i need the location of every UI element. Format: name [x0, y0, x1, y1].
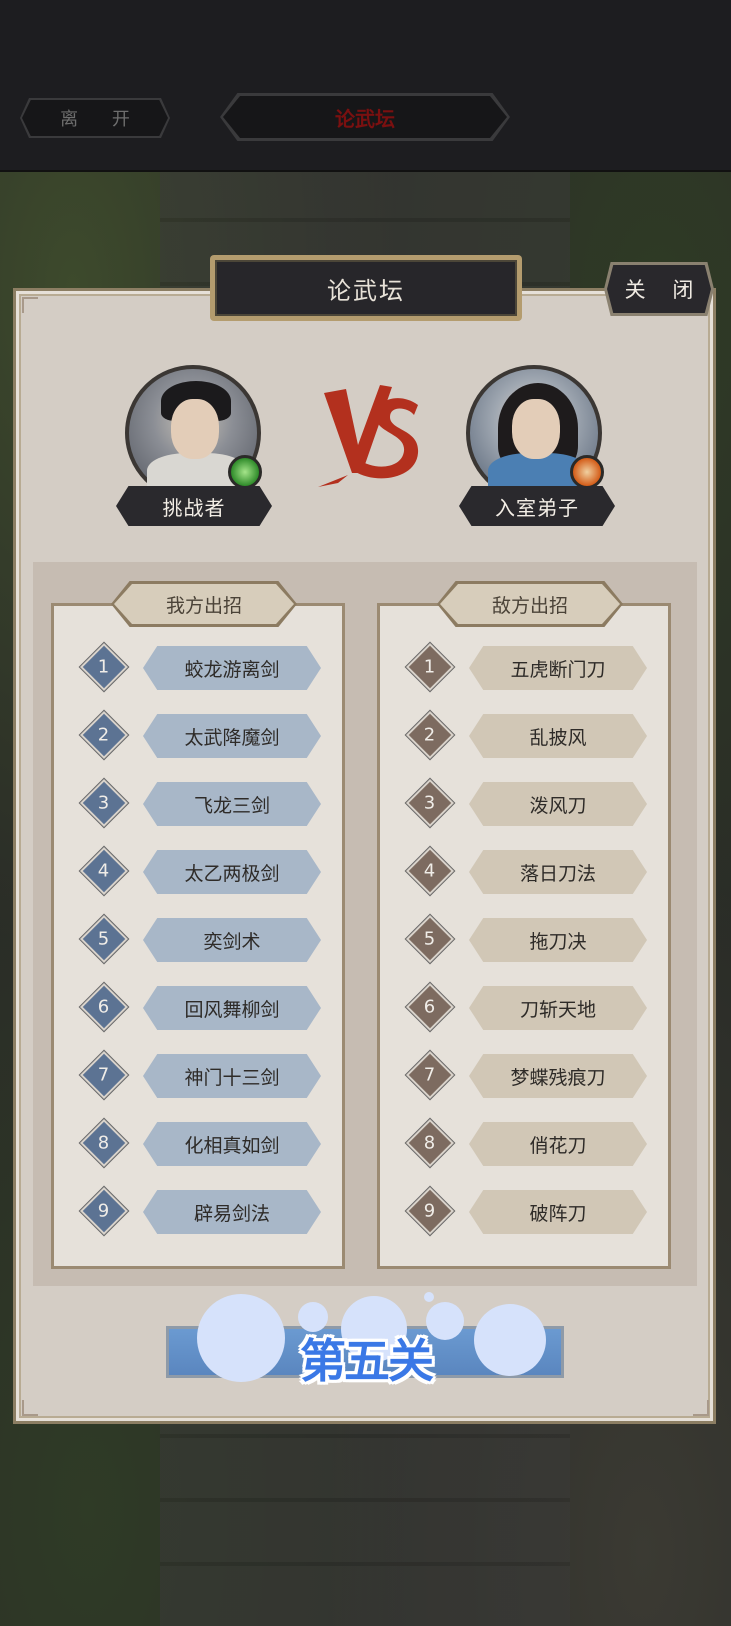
- list-item[interactable]: 2 太武降魔剑: [51, 709, 345, 764]
- move-name[interactable]: 神门十三剑: [143, 1054, 321, 1098]
- move-number-badge: 7: [404, 1049, 456, 1101]
- enemy-moves-list[interactable]: 1 五虎断门刀 2 乱披风 3 泼风刀 4 落日刀法 5 拖刀决 6 刀斩天地 7 梦蝶残痕刀…: [377, 640, 671, 1238]
- panel-title: 论武坛: [215, 260, 517, 316]
- list-item[interactable]: 5 奕剑术: [51, 913, 345, 968]
- bubble-decoration: [424, 1292, 434, 1302]
- wood-element-icon: [228, 455, 262, 489]
- move-name[interactable]: 蛟龙游离剑: [143, 646, 321, 690]
- move-name[interactable]: 刀斩天地: [469, 986, 647, 1030]
- close-button[interactable]: 关 闭: [607, 265, 711, 313]
- list-item[interactable]: 9 破阵刀: [377, 1185, 671, 1238]
- move-name[interactable]: 奕剑术: [143, 918, 321, 962]
- bubble-decoration: [474, 1304, 546, 1376]
- vs-icon: [318, 385, 419, 487]
- list-item[interactable]: 9 辟易剑法: [51, 1185, 345, 1238]
- move-number-badge: 8: [78, 1117, 130, 1169]
- move-name[interactable]: 太武降魔剑: [143, 714, 321, 758]
- move-number-badge: 5: [404, 913, 456, 965]
- header-title: 论武坛: [223, 96, 507, 138]
- my-moves-list[interactable]: 1 蛟龙游离剑 2 太武降魔剑 3 飞龙三剑 4 太乙两极剑 5 奕剑术 6 回风舞柳剑 7…: [51, 640, 345, 1238]
- enemy-moves-header: 敌方出招: [440, 584, 620, 624]
- move-name[interactable]: 辟易剑法: [143, 1190, 321, 1234]
- list-item[interactable]: 6 刀斩天地: [377, 981, 671, 1036]
- move-number-badge: 6: [78, 981, 130, 1033]
- move-number-badge: 2: [78, 709, 130, 761]
- move-number-badge: 6: [404, 981, 456, 1033]
- move-number-badge: 3: [404, 777, 456, 829]
- list-item[interactable]: 7 梦蝶残痕刀: [377, 1049, 671, 1104]
- my-moves-header: 我方出招: [114, 584, 294, 624]
- corner-ornament: [22, 297, 38, 313]
- move-number-badge: 9: [78, 1185, 130, 1237]
- list-item[interactable]: 1 蛟龙游离剑: [51, 641, 345, 696]
- move-name[interactable]: 乱披风: [469, 714, 647, 758]
- list-item[interactable]: 6 回风舞柳剑: [51, 981, 345, 1036]
- opponent-nameplate: 入室弟子: [459, 486, 615, 526]
- corner-ornament: [22, 1400, 38, 1416]
- move-number-badge: 9: [404, 1185, 456, 1237]
- move-number-badge: 4: [404, 845, 456, 897]
- move-name[interactable]: 回风舞柳剑: [143, 986, 321, 1030]
- bubble-decoration: [197, 1294, 285, 1382]
- fire-element-icon: [570, 455, 604, 489]
- move-name[interactable]: 太乙两极剑: [143, 850, 321, 894]
- move-number-badge: 2: [404, 709, 456, 761]
- move-name[interactable]: 拖刀决: [469, 918, 647, 962]
- move-name[interactable]: 飞龙三剑: [143, 782, 321, 826]
- move-name[interactable]: 破阵刀: [469, 1190, 647, 1234]
- list-item[interactable]: 4 落日刀法: [377, 845, 671, 900]
- move-name[interactable]: 化相真如剑: [143, 1122, 321, 1166]
- list-item[interactable]: 1 五虎断门刀: [377, 641, 671, 696]
- move-number-badge: 5: [78, 913, 130, 965]
- list-item[interactable]: 8 俏花刀: [377, 1117, 671, 1172]
- list-item[interactable]: 7 神门十三剑: [51, 1049, 345, 1104]
- move-number-badge: 7: [78, 1049, 130, 1101]
- move-number-badge: 8: [404, 1117, 456, 1169]
- move-number-badge: 4: [78, 845, 130, 897]
- move-number-badge: 1: [404, 641, 456, 693]
- move-name[interactable]: 落日刀法: [469, 850, 647, 894]
- move-number-badge: 3: [78, 777, 130, 829]
- list-item[interactable]: 4 太乙两极剑: [51, 845, 345, 900]
- leave-button[interactable]: 离 开: [22, 100, 168, 136]
- list-item[interactable]: 3 泼风刀: [377, 777, 671, 832]
- list-item[interactable]: 8 化相真如剑: [51, 1117, 345, 1172]
- top-bar: [0, 0, 731, 172]
- list-item[interactable]: 5 拖刀决: [377, 913, 671, 968]
- move-number-badge: 1: [78, 641, 130, 693]
- move-name[interactable]: 泼风刀: [469, 782, 647, 826]
- move-name[interactable]: 五虎断门刀: [469, 646, 647, 690]
- move-name[interactable]: 俏花刀: [469, 1122, 647, 1166]
- list-item[interactable]: 3 飞龙三剑: [51, 777, 345, 832]
- corner-ornament: [693, 1400, 709, 1416]
- challenger-nameplate: 挑战者: [116, 486, 272, 526]
- move-name[interactable]: 梦蝶残痕刀: [469, 1054, 647, 1098]
- stage-label[interactable]: 第五关: [276, 1330, 456, 1388]
- list-item[interactable]: 2 乱披风: [377, 709, 671, 764]
